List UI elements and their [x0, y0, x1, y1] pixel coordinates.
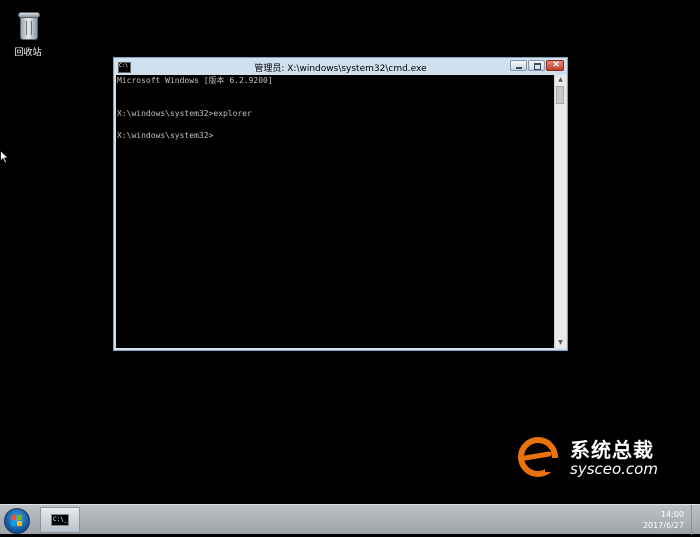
recycle-bin-shortcut[interactable]: 回收站 [8, 10, 48, 58]
watermark-url: sysceo.com [570, 460, 658, 478]
mouse-cursor-icon [0, 150, 9, 164]
console-prompt-line: X:\windows\system32> [117, 131, 214, 140]
cmd-taskbar-icon: C:\_ [51, 514, 69, 526]
cmd-window[interactable]: C:\ 管理员: X:\windows\system32\cmd.exe Mic… [113, 57, 568, 351]
scroll-down-icon[interactable]: ▼ [556, 338, 565, 348]
clock-date: 2017/6/27 [642, 521, 684, 530]
console-output[interactable]: Microsoft Windows [版本 6.2.9200] X:\windo… [116, 75, 554, 348]
console-line: Microsoft Windows [版本 6.2.9200] [117, 76, 273, 85]
show-desktop-button[interactable] [691, 505, 700, 535]
system-clock[interactable]: 14:00 2017/6/27 [643, 509, 684, 531]
recycle-bin-icon [16, 10, 40, 40]
minimize-button[interactable] [510, 60, 527, 71]
start-button[interactable] [4, 508, 30, 534]
taskbar-cmd-button[interactable]: C:\_ [40, 507, 80, 533]
cmd-titlebar[interactable]: C:\ 管理员: X:\windows\system32\cmd.exe [114, 58, 567, 75]
scroll-up-icon[interactable]: ▲ [556, 75, 565, 85]
sysceo-logo-icon [518, 437, 561, 477]
recycle-bin-label: 回收站 [14, 48, 42, 58]
watermark: 系统总裁 sysceo.com [515, 432, 665, 482]
clock-time: 14:00 [660, 510, 684, 519]
watermark-name: 系统总裁 [570, 438, 654, 462]
cmd-window-title: 管理员: X:\windows\system32\cmd.exe [254, 64, 427, 74]
close-button[interactable] [546, 59, 564, 71]
windows-logo-icon [11, 515, 22, 526]
taskbar: C:\_ 14:00 2017/6/27 [0, 504, 700, 535]
scroll-thumb[interactable] [556, 86, 564, 104]
maximize-button[interactable] [528, 60, 545, 71]
vertical-scrollbar[interactable]: ▲ ▼ [554, 75, 566, 348]
console-line: X:\windows\system32>explorer [117, 109, 252, 118]
